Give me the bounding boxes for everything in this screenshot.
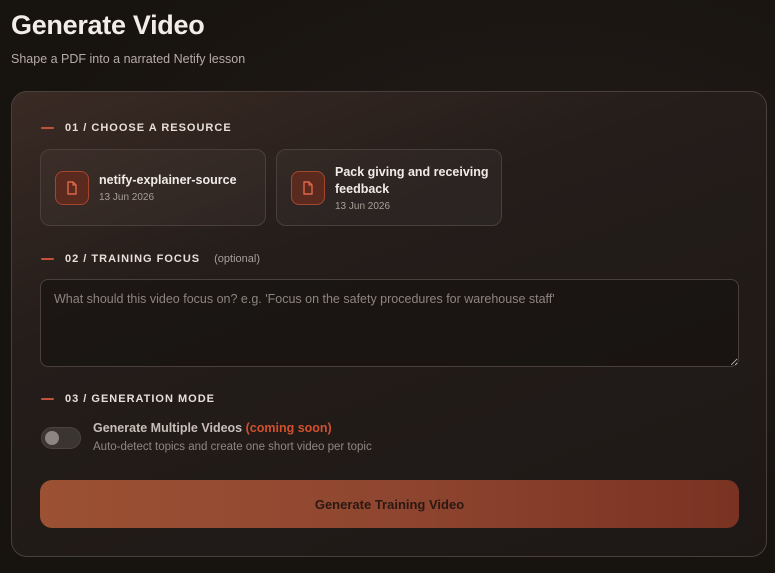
generate-panel: 01 / CHOOSE A RESOURCE netify-explainer-…: [11, 91, 767, 557]
page-subtitle: Shape a PDF into a narrated Netify lesso…: [11, 52, 246, 66]
resource-card-2[interactable]: Pack giving and receiving feedback 13 Ju…: [276, 149, 502, 226]
mode-option-description: Auto-detect topics and create one short …: [93, 441, 372, 453]
resource-date: 13 Jun 2026: [99, 192, 155, 203]
mode-option-label: Generate Multiple Videos: [93, 421, 243, 435]
section-title-focus: 02 / TRAINING FOCUS: [65, 253, 201, 265]
file-icon: [55, 170, 89, 205]
resource-date: 13 Jun 2026: [335, 200, 391, 212]
section-header-mode: 03 / GENERATION MODE: [41, 393, 215, 405]
toggle-knob: [45, 431, 59, 445]
mode-option-title: Generate Multiple Videos (coming soon): [93, 421, 332, 435]
section-dash: [41, 398, 54, 400]
resource-card-1[interactable]: netify-explainer-source 13 Jun 2026: [40, 149, 266, 226]
section-dash: [41, 258, 54, 260]
section-title-resource: 01 / CHOOSE A RESOURCE: [65, 122, 232, 134]
page-title: Generate Video: [11, 10, 205, 40]
section-header-focus: 02 / TRAINING FOCUS (optional): [41, 253, 260, 265]
resource-name: Pack giving and receiving feedback: [335, 164, 489, 196]
file-icon: [291, 170, 325, 205]
coming-soon-badge: (coming soon): [245, 421, 332, 435]
section-header-resource: 01 / CHOOSE A RESOURCE: [41, 122, 232, 134]
training-focus-input[interactable]: [40, 279, 739, 367]
multiple-videos-toggle[interactable]: [41, 427, 81, 449]
section-title-mode: 03 / GENERATION MODE: [65, 393, 215, 405]
resource-info: netify-explainer-source 13 Jun 2026: [99, 172, 237, 203]
optional-label: (optional): [214, 253, 260, 265]
resource-name: netify-explainer-source: [99, 173, 237, 187]
section-dash: [41, 127, 54, 129]
generate-training-video-button[interactable]: Generate Training Video: [40, 480, 739, 528]
resource-info: Pack giving and receiving feedback 13 Ju…: [335, 164, 495, 212]
